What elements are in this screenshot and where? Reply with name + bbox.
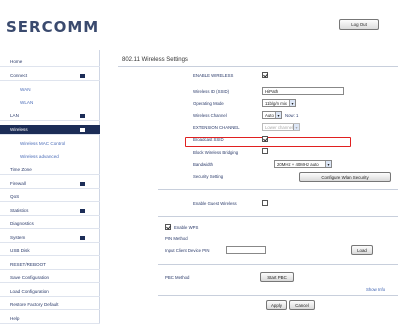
ssid-label: Wireless ID (SSID) [193,89,230,94]
wireless-channel-label: Wireless Channel [193,113,227,118]
wireless-channel-select[interactable]: Auto ▾ [262,111,282,119]
guest-wireless-checkbox[interactable] [262,200,268,206]
sidebar-item[interactable]: WAN [0,84,100,94]
bandwidth-label: Bandwidth [193,162,214,167]
chevron-down-icon: ▾ [289,100,295,106]
section-divider [158,295,398,296]
chevron-down-icon: ▾ [325,161,331,167]
show-info-link[interactable]: Show Info [366,287,385,292]
sidebar-item-label: WAN [20,86,31,92]
main-content: 802.11 Wireless Settings ENABLE WIRELESS… [118,50,405,324]
sidebar-item[interactable]: Wireless advanced [0,152,100,162]
expand-arrow-icon [80,114,85,118]
sidebar-item[interactable]: RESET/REBOOT [0,260,100,270]
operating-mode-select[interactable]: 11b/g/n mix ▾ [262,99,296,107]
title-divider [118,66,398,67]
sidebar-item[interactable]: Firewall [0,179,100,189]
sidebar-item-label: Firewall [10,180,26,186]
sidebar-item-label: Save Configuration [10,275,50,280]
pbc-method-label: PBC Method [165,275,190,280]
operating-mode-value: 11b/g/n mix [265,100,287,106]
security-setting-label: Security Setting [193,174,224,179]
sidebar-item[interactable]: Home [0,57,100,67]
sidebar-item-label: Wireless advanced [20,154,59,159]
sidebar-item-label: LAN [10,113,19,118]
sidebar-item-label: Load Configuration [10,288,49,294]
header: SERCOMM Log Out [0,0,405,50]
sidebar-item[interactable]: Time Zone [0,165,100,175]
configure-security-button[interactable]: Configure Wlan Security [299,172,391,182]
sidebar-item-label: Statistics [10,207,29,213]
enable-wireless-label: ENABLE WIRELESS [193,73,234,78]
sidebar-item-label: Connect [10,72,28,78]
guest-wireless-label: Enable Guest Wireless [193,201,237,206]
expand-arrow-icon [80,127,85,132]
sidebar-item-label: Help [10,315,20,321]
pin-method-label: PIN Method [165,236,188,241]
sidebar-item-label: Wireless [10,126,28,132]
enable-wps-checkbox[interactable] [165,224,171,230]
sidebar-item-label: QoS [10,194,20,199]
wireless-channel-value: Auto [265,112,274,118]
section-divider [158,189,398,190]
enable-wireless-checkbox[interactable] [262,72,268,78]
expand-arrow-icon [80,235,85,240]
sercomm-logo: SERCOMM [6,18,100,36]
sidebar-item-label: RESET/REBOOT [10,261,46,267]
chevron-down-icon: ▾ [275,112,281,118]
sidebar-item-label: Wireless MAC Control [20,140,66,146]
sidebar-item-label: Diagnostics [10,221,34,226]
start-pbc-button[interactable]: Start PBC [260,272,294,282]
broadcast-ssid-checkbox[interactable] [262,136,268,142]
sidebar-item[interactable]: WLAN [0,98,100,108]
sidebar: Home Connect WAN WLAN LAN Wireless Wireless MA… [0,50,100,324]
sidebar-item[interactable]: Wireless MAC Control [0,138,100,148]
extension-channel-label: EXTENSION CHANNEL [193,125,240,130]
sidebar-item[interactable]: Connect [0,71,100,81]
bandwidth-select[interactable]: 20MHz + 40MHz auto ▾ [274,160,332,168]
chevron-down-icon: ▾ [293,124,299,130]
sidebar-item-label: USB Disk [10,248,30,253]
sidebar-item[interactable]: USB Disk [0,246,100,256]
sidebar-item[interactable]: Restore Factory Default [0,300,100,310]
sidebar-item-label: Time Zone [10,167,32,172]
enable-wps-label: Enable WPS [174,225,199,230]
operating-mode-label: Operating Mode [193,101,224,106]
client-pin-input[interactable] [226,246,266,254]
sidebar-item[interactable]: Save Configuration [0,273,100,283]
sidebar-item-label: System [10,234,26,240]
bandwidth-value: 20MHz + 40MHz auto [277,161,319,167]
sidebar-item[interactable]: Help [0,314,100,324]
sidebar-item-label: Restore Factory Default [10,302,59,307]
broadcast-ssid-label: Broadcast SSID [193,137,224,142]
sidebar-item[interactable]: QoS [0,192,100,202]
block-bridging-checkbox[interactable] [262,148,268,154]
pin-input-label: Input Client Device PIN [165,248,210,253]
expand-arrow-icon [80,208,85,213]
ssid-input[interactable]: HiPath [262,87,344,95]
channel-now-note: Now: 1 [285,113,299,118]
sidebar-item[interactable]: System [0,233,100,243]
load-pin-button[interactable]: Load [351,245,373,255]
sidebar-item[interactable]: Load Configuration [0,287,100,297]
section-divider [158,264,398,265]
sidebar-item-label: WLAN [20,100,34,105]
extension-channel-value: Lower channel [265,124,293,130]
page-title: 802.11 Wireless Settings [122,57,188,63]
expand-arrow-icon [80,73,85,78]
sidebar-item[interactable]: Wireless [0,124,100,135]
sidebar-item[interactable]: Statistics [0,206,100,216]
block-bridging-label: Block Wireless Bridging [193,150,239,155]
extension-channel-select[interactable]: Lower channel ▾ [262,123,300,131]
sidebar-item-label: Home [10,59,23,64]
expand-arrow-icon [80,181,85,186]
section-divider [158,216,398,217]
logout-button[interactable]: Log Out [339,19,379,30]
cancel-button[interactable]: Cancel [289,300,315,310]
sidebar-item[interactable]: LAN [0,111,100,121]
apply-button[interactable]: Apply [266,300,287,310]
sidebar-item[interactable]: Diagnostics [0,219,100,229]
